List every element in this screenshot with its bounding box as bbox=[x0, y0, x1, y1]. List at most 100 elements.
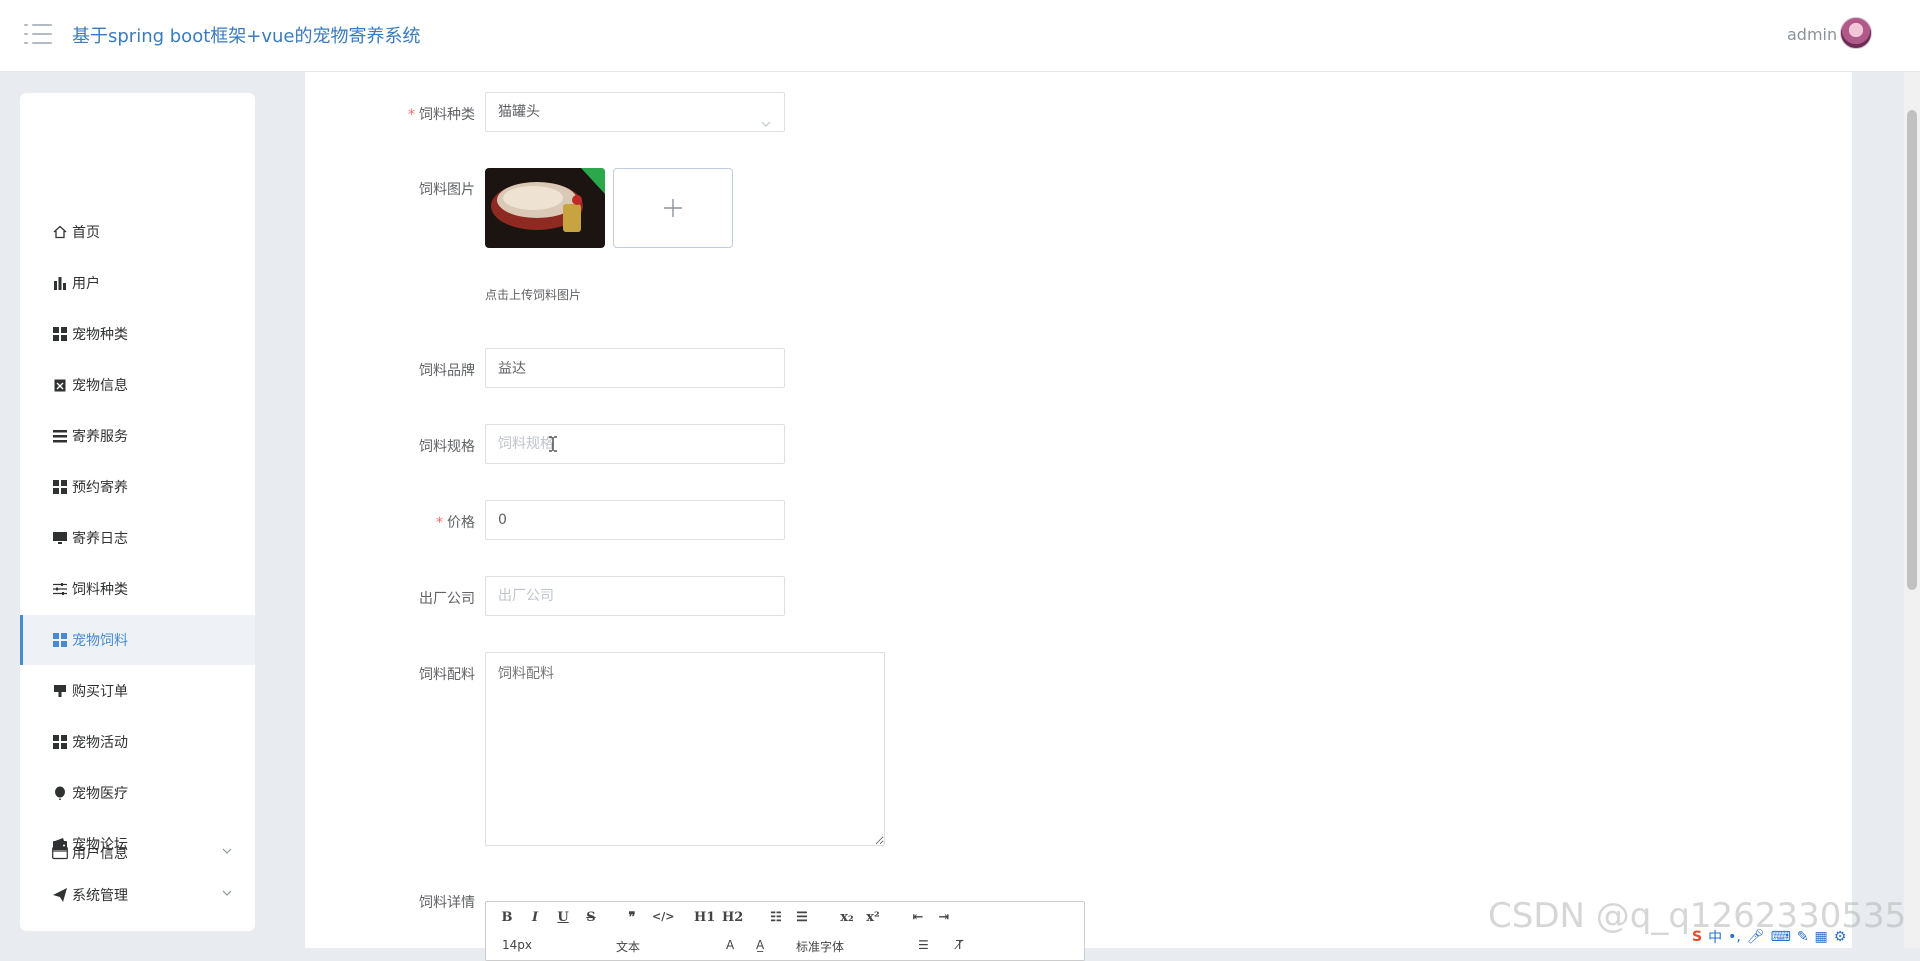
sidebar-item-boarding-log[interactable]: 寄养日志 bbox=[20, 513, 255, 563]
feed-spec-input[interactable] bbox=[485, 424, 785, 464]
grid-icon bbox=[52, 734, 68, 750]
sidebar-item-label: 宠物信息 bbox=[72, 378, 128, 394]
h2-button[interactable]: H2 bbox=[722, 910, 743, 930]
align-icon[interactable]: ☰ bbox=[918, 938, 929, 952]
sidebar-item-label: 寄养日志 bbox=[72, 531, 128, 547]
home-icon bbox=[52, 224, 68, 240]
grid-icon bbox=[52, 326, 68, 342]
font-size-select[interactable]: 14px bbox=[502, 938, 532, 952]
clear-format-icon[interactable]: T̸ bbox=[956, 938, 963, 952]
feed-brand-label: 饲料品牌 bbox=[419, 363, 475, 379]
sidebar: 首页 用户 宠物种类 宠物信息 寄养服务 预约寄养 寄养日志 饲料种类 宠物饲料… bbox=[20, 93, 255, 931]
sidebar-item-user-info[interactable]: 用户信息 bbox=[20, 828, 255, 878]
feed-brand-input[interactable] bbox=[485, 348, 785, 388]
rich-text-editor[interactable]: B I U S ❞ </> H1 H2 ☷ ☰ x₂ x² ⇤ ⇥ 14px 文… bbox=[485, 901, 1085, 961]
sidebar-item-label: 首页 bbox=[72, 225, 100, 241]
required-mark: * bbox=[436, 515, 443, 531]
ime-tray: S 中 •, 🎤︎ ⌨︎ ✎ ▦ ⚙︎ bbox=[1692, 926, 1846, 948]
sidebar-item-boarding-service[interactable]: 寄养服务 bbox=[20, 411, 255, 461]
toolbox-icon[interactable]: ▦ bbox=[1815, 929, 1828, 945]
sidebar-item-label: 宠物种类 bbox=[72, 327, 128, 343]
outdent-icon[interactable]: ⇤ bbox=[910, 910, 926, 930]
price-label: * 价格 bbox=[436, 515, 475, 531]
ime-language[interactable]: 中 bbox=[1708, 927, 1722, 947]
ime-logo-icon[interactable]: S bbox=[1692, 929, 1702, 945]
sidebar-item-label: 预约寄养 bbox=[72, 480, 128, 496]
manufacturer-label: 出厂公司 bbox=[419, 591, 475, 607]
h1-button[interactable]: H1 bbox=[694, 910, 715, 930]
card-icon bbox=[52, 845, 68, 861]
ordered-list-icon[interactable]: ☷ bbox=[768, 910, 784, 930]
menu-toggle-icon[interactable] bbox=[24, 24, 52, 46]
feed-type-value: 猫罐头 bbox=[498, 104, 540, 120]
upload-tip: 点击上传饲料图片 bbox=[485, 288, 582, 302]
bold-button[interactable]: B bbox=[500, 910, 514, 930]
settings-icon[interactable]: ⚙︎ bbox=[1834, 929, 1847, 945]
code-icon[interactable]: </> bbox=[652, 910, 674, 930]
chevron-down-icon bbox=[760, 107, 772, 145]
punctuation-icon[interactable]: •, bbox=[1728, 929, 1741, 945]
feed-image-thumbnail[interactable] bbox=[485, 168, 605, 248]
microphone-icon[interactable]: 🎤︎ bbox=[1747, 929, 1765, 945]
sidebar-item-orders[interactable]: 购买订单 bbox=[20, 666, 255, 716]
background-color-icon[interactable]: A̲ bbox=[756, 938, 764, 952]
sidebar-item-activities[interactable]: 宠物活动 bbox=[20, 717, 255, 767]
sidebar-item-pet-info[interactable]: 宠物信息 bbox=[20, 360, 255, 410]
required-mark: * bbox=[408, 107, 415, 123]
feed-image-label: 饲料图片 bbox=[419, 182, 475, 198]
font-color-icon[interactable]: A bbox=[726, 938, 734, 952]
chevron-down-icon[interactable] bbox=[221, 887, 233, 903]
scrollbar-thumb[interactable] bbox=[1907, 110, 1917, 590]
sidebar-item-users[interactable]: 用户 bbox=[20, 258, 255, 308]
manufacturer-input[interactable] bbox=[485, 576, 785, 616]
monitor-icon bbox=[52, 530, 68, 546]
sliders-icon bbox=[52, 581, 68, 597]
plus-icon bbox=[664, 199, 682, 217]
sidebar-item-booking[interactable]: 预约寄养 bbox=[20, 462, 255, 512]
indent-icon[interactable]: ⇥ bbox=[936, 910, 952, 930]
details-label: 饲料详情 bbox=[419, 895, 475, 911]
chevron-down-icon[interactable] bbox=[221, 845, 233, 861]
quote-icon[interactable]: ❞ bbox=[624, 910, 640, 930]
clipboard-icon bbox=[52, 377, 68, 393]
text-type-select[interactable]: 文本 bbox=[616, 938, 640, 955]
stamp-icon bbox=[52, 683, 68, 699]
sidebar-item-label: 寄养服务 bbox=[72, 429, 128, 445]
superscript-button[interactable]: x² bbox=[864, 910, 882, 930]
sidebar-item-label: 系统管理 bbox=[72, 888, 128, 904]
italic-button[interactable]: I bbox=[528, 910, 542, 930]
grid-icon bbox=[52, 632, 68, 648]
feed-type-label: * 饲料种类 bbox=[408, 107, 475, 123]
sidebar-item-label: 购买订单 bbox=[72, 684, 128, 700]
underline-button[interactable]: U bbox=[556, 910, 570, 930]
sidebar-item-medical[interactable]: 宠物医疗 bbox=[20, 768, 255, 818]
subscript-button[interactable]: x₂ bbox=[838, 910, 856, 930]
sidebar-item-label: 宠物医疗 bbox=[72, 786, 128, 802]
price-input[interactable] bbox=[485, 500, 785, 540]
user-name[interactable]: admin bbox=[1787, 25, 1837, 44]
sidebar-item-feed-types[interactable]: 饲料种类 bbox=[20, 564, 255, 614]
skin-icon[interactable]: ✎ bbox=[1797, 929, 1809, 945]
sidebar-item-pet-feed[interactable]: 宠物饲料 bbox=[20, 615, 255, 665]
sidebar-item-label: 宠物活动 bbox=[72, 735, 128, 751]
bullet-list-icon[interactable]: ☰ bbox=[794, 910, 810, 930]
ingredients-textarea[interactable] bbox=[485, 652, 885, 846]
sidebar-item-home[interactable]: 首页 bbox=[20, 207, 255, 257]
paper-plane-icon bbox=[52, 887, 68, 903]
strike-button[interactable]: S bbox=[584, 910, 598, 930]
font-family-select[interactable]: 标准字体 bbox=[796, 938, 844, 955]
avatar[interactable] bbox=[1840, 17, 1872, 49]
top-header: 基于spring boot框架+vue的宠物寄养系统 admin bbox=[0, 0, 1920, 72]
sidebar-item-label: 宠物饲料 bbox=[72, 633, 128, 649]
list-icon bbox=[52, 428, 68, 444]
feed-type-select[interactable]: 猫罐头 bbox=[485, 92, 785, 132]
sidebar-item-pet-types[interactable]: 宠物种类 bbox=[20, 309, 255, 359]
feed-spec-label: 饲料规格 bbox=[419, 439, 475, 455]
keyboard-icon[interactable]: ⌨︎ bbox=[1771, 929, 1791, 945]
ingredients-label: 饲料配料 bbox=[419, 667, 475, 683]
text-cursor-icon bbox=[548, 436, 558, 456]
sidebar-item-label: 用户信息 bbox=[72, 846, 128, 862]
form-panel: *饲料种类 猫罐头 饲料图片 点击上传饲料图片 饲料品牌 饲料规格 *价格 出厂… bbox=[305, 72, 1852, 961]
upload-image-button[interactable] bbox=[613, 168, 733, 248]
bar-chart-icon bbox=[52, 275, 68, 291]
